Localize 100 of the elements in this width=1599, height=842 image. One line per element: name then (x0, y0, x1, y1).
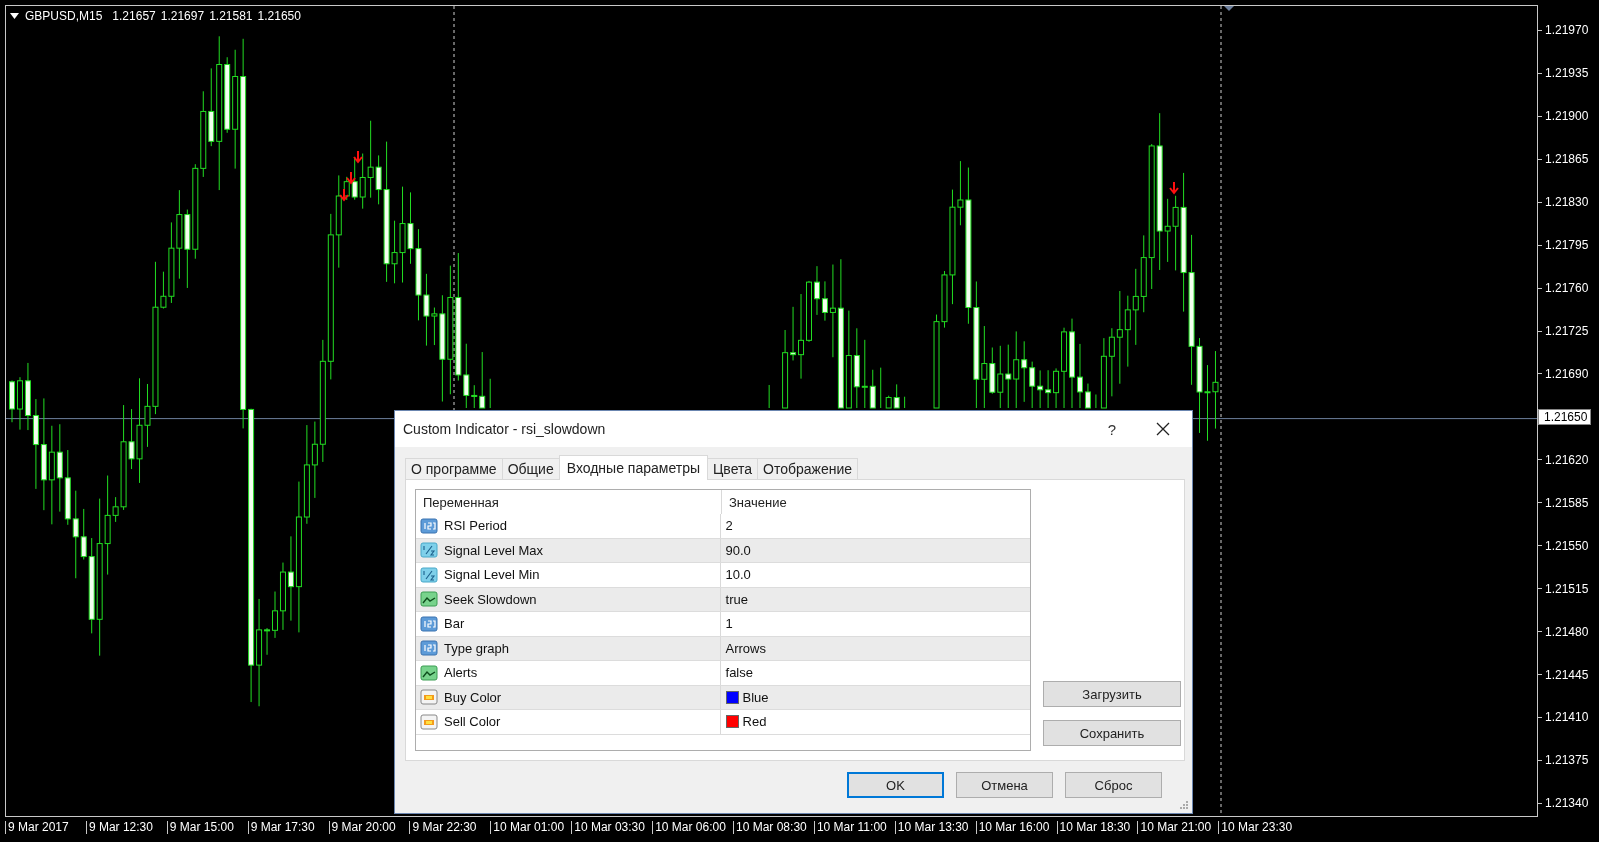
parameter-value-cell[interactable]: 2 (720, 514, 1030, 538)
tab[interactable]: Цвета (707, 458, 758, 479)
parameter-value-cell[interactable]: Red (720, 710, 1030, 734)
time-label: 10 Mar 21:00 (1139, 820, 1212, 834)
parameter-name-cell[interactable]: Bar (416, 612, 721, 636)
dialog-button[interactable]: OK (847, 772, 944, 798)
shift-marker-icon[interactable] (1224, 6, 1234, 11)
dialog-button[interactable]: Сброс (1065, 772, 1162, 798)
time-label: 10 Mar 03:30 (573, 820, 645, 834)
dialog-button[interactable]: Сохранить (1043, 720, 1181, 746)
parameter-value-cell[interactable]: true (720, 587, 1030, 611)
price-label: 1.21480 (1545, 624, 1589, 639)
column-header[interactable]: Значение (722, 490, 1028, 514)
parameter-name-cell[interactable]: Seek Slowdown (416, 587, 721, 611)
parameter-name: Buy Color (444, 689, 502, 705)
parameter-value-cell[interactable]: 1 (720, 612, 1030, 636)
parameter-name: Seek Slowdown (444, 591, 537, 607)
down-arrow-icon (339, 188, 349, 202)
time-label: 9 Mar 2017 (7, 820, 69, 834)
time-label: 10 Mar 23:30 (1220, 820, 1293, 834)
price-label: 1.21795 (1545, 238, 1589, 253)
numeric-type-icon (420, 639, 438, 658)
time-label: 9 Mar 20:00 (330, 820, 396, 834)
down-arrow-icon (1169, 181, 1179, 195)
price-label: 1.21340 (1545, 796, 1589, 811)
parameter-value-cell[interactable]: 90.0 (720, 538, 1030, 562)
price-label: 1.21970 (1545, 23, 1589, 38)
price-label: 1.21830 (1545, 195, 1589, 210)
parameter-name-cell[interactable]: RSI Period (416, 514, 721, 538)
price-label: 1.21865 (1545, 152, 1589, 167)
parameter-value-cell[interactable]: false (720, 661, 1030, 685)
time-label: 10 Mar 11:00 (815, 820, 887, 834)
tab[interactable]: Отображение (757, 458, 858, 479)
tab[interactable]: Входные параметры (558, 455, 708, 480)
fraction-icon (420, 541, 438, 560)
resize-grip-icon[interactable] (1180, 801, 1189, 810)
fraction-icon (420, 565, 438, 584)
dialog-title: Custom Indicator - rsi_slowdown (403, 421, 607, 437)
price-quote: 1.21650 (257, 9, 301, 23)
time-label: 10 Mar 16:00 (977, 820, 1050, 834)
palette-icon (420, 688, 438, 707)
price-label: 1.21690 (1545, 366, 1589, 381)
parameter-value: Arrows (725, 640, 766, 656)
parameter-name-cell[interactable]: Type graph (416, 636, 721, 660)
price-label: 1.21900 (1545, 109, 1589, 124)
help-button[interactable]: ? (1101, 418, 1122, 440)
price-label: 1.21375 (1545, 753, 1589, 768)
tab[interactable]: О программе (405, 458, 503, 479)
price-label: 1.21935 (1545, 66, 1589, 81)
time-label: 9 Mar 22:30 (411, 820, 477, 834)
parameter-value: Blue (742, 689, 769, 705)
parameter-value-cell[interactable]: Blue (720, 685, 1030, 709)
time-label: 9 Mar 17:30 (249, 820, 315, 834)
dropdown-triangle-icon[interactable] (10, 13, 19, 19)
down-arrow-icon (346, 171, 356, 185)
price-quote: 1.21657 (112, 9, 156, 23)
parameter-value: 1 (725, 616, 733, 632)
parameter-name: Signal Level Max (444, 542, 543, 558)
parameter-value: 2 (725, 518, 733, 534)
price-label: 1.21620 (1545, 452, 1589, 467)
parameter-name-cell[interactable]: Signal Level Min (416, 563, 721, 587)
line-chart-icon (420, 590, 438, 609)
symbol-label: GBPUSD,M15 (25, 9, 103, 23)
parameter-name: Bar (444, 616, 465, 632)
price-label: 1.21515 (1545, 581, 1589, 596)
parameter-name: Type graph (444, 640, 510, 656)
price-label: 1.21760 (1545, 281, 1589, 296)
price-quote: 1.21581 (209, 9, 253, 23)
line-chart-icon (420, 663, 438, 682)
price-label: 1.21410 (1545, 710, 1589, 725)
current-price-label: 1.21650 (1538, 408, 1592, 425)
time-label: 9 Mar 12:30 (87, 820, 153, 834)
parameter-value: 10.0 (725, 567, 751, 583)
parameter-name-cell[interactable]: Buy Color (416, 685, 721, 709)
parameter-value: true (725, 591, 748, 607)
down-arrow-icon (353, 150, 363, 164)
price-quote: 1.21697 (160, 9, 205, 23)
parameter-name: Alerts (444, 665, 478, 681)
time-label: 10 Mar 01:00 (492, 820, 565, 834)
parameter-name-cell[interactable]: Sell Color (416, 710, 721, 734)
parameter-value: false (725, 665, 753, 681)
time-label: 10 Mar 08:30 (735, 820, 807, 834)
close-icon[interactable] (1156, 422, 1170, 436)
time-label: 10 Mar 18:30 (1058, 820, 1131, 834)
tab[interactable]: Общие (501, 458, 560, 479)
parameter-value: Red (742, 714, 767, 730)
price-label: 1.21445 (1545, 667, 1589, 682)
parameter-value-cell[interactable]: Arrows (720, 636, 1030, 660)
dialog-button[interactable]: Отмена (956, 772, 1053, 798)
price-label: 1.21725 (1545, 324, 1589, 339)
time-label: 10 Mar 06:00 (654, 820, 726, 834)
parameter-value-cell[interactable]: 10.0 (720, 563, 1030, 587)
parameter-name: RSI Period (444, 518, 507, 534)
price-label: 1.21550 (1545, 538, 1589, 553)
dialog-button[interactable]: Загрузить (1043, 681, 1181, 707)
parameter-name: Sell Color (444, 714, 501, 730)
parameter-name: Signal Level Min (444, 567, 540, 583)
parameter-name-cell[interactable]: Signal Level Max (416, 538, 721, 562)
parameter-value: 90.0 (725, 542, 751, 558)
parameter-name-cell[interactable]: Alerts (416, 661, 721, 685)
